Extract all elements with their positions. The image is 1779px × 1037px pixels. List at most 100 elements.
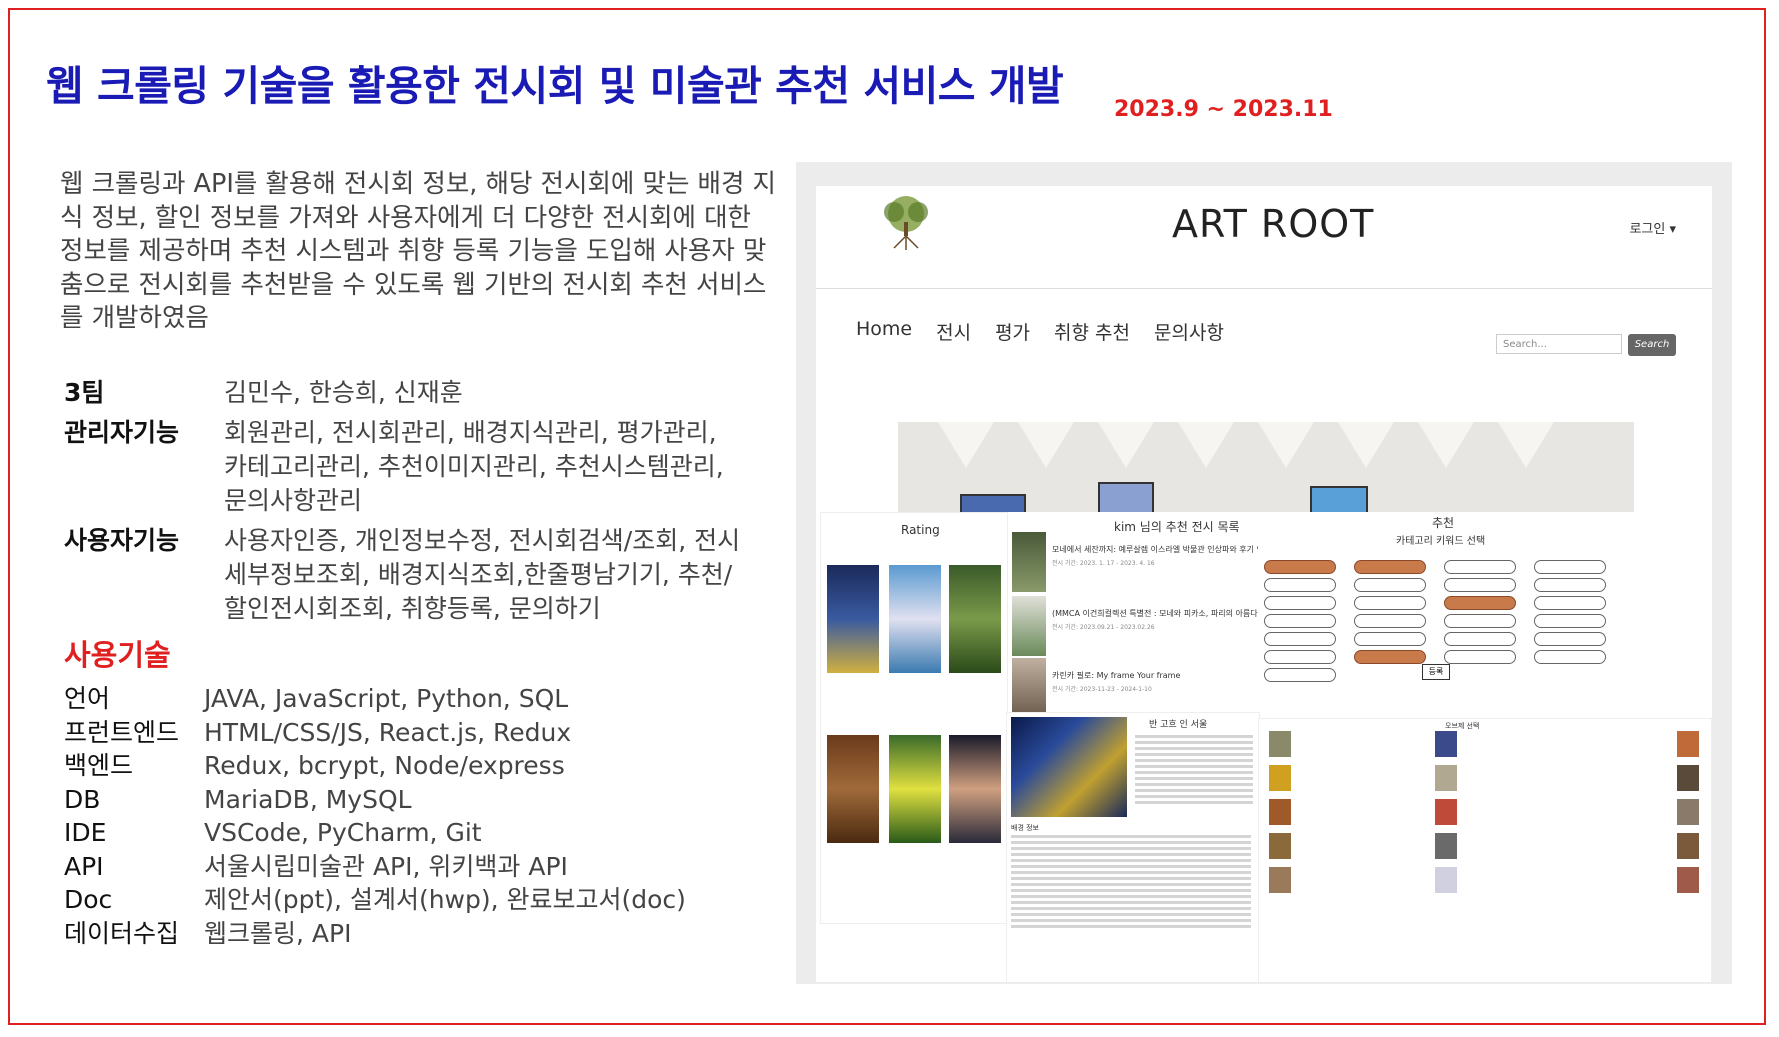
keyword-chip[interactable] — [1534, 578, 1606, 592]
keyword-chip[interactable] — [1534, 650, 1606, 664]
tech-value: 웹크롤링, API — [204, 918, 352, 948]
tech-key: 백엔드 — [64, 751, 134, 780]
nav-home[interactable]: Home — [856, 318, 912, 345]
project-description: 웹 크롤링과 API를 활용해 전시회 정보, 해당 전시회에 맞는 배경 지식… — [60, 169, 777, 333]
nav-rating[interactable]: 평가 — [995, 318, 1030, 345]
tech-value: HTML/CSS/JS, React.js, Redux — [204, 717, 572, 747]
keyword-chip[interactable] — [1444, 632, 1516, 646]
spotlight — [1178, 422, 1234, 468]
role-key: 3팀 — [64, 378, 105, 407]
spotlight — [1338, 422, 1394, 468]
pick-thumb[interactable] — [1269, 799, 1291, 825]
pick-thumb[interactable] — [1677, 833, 1699, 859]
reco-item[interactable]: 모네에서 세잔까지: 예루살렘 이스라엘 박물관 인상파와 후기 인상파 걸작展… — [1012, 532, 1304, 594]
tech-row: 언어 JAVA, JavaScript, Python, SQL — [64, 682, 686, 716]
reco-thumb — [1012, 596, 1046, 656]
keyword-chip[interactable] — [1444, 578, 1516, 592]
login-dropdown[interactable]: 로그인 ▾ — [1629, 218, 1676, 237]
role-key: 관리자기능 — [64, 418, 180, 447]
keyword-chip[interactable] — [1264, 578, 1336, 592]
keyword-chip[interactable] — [1264, 560, 1336, 574]
site-brand: ART ROOT — [1172, 202, 1375, 246]
keyword-chip[interactable] — [1444, 650, 1516, 664]
tech-value: 서울시립미술관 API, 위키백과 API — [204, 851, 568, 881]
role-admin: 관리자기능 회원관리, 전시회관리, 배경지식관리, 평가관리, 카테고리관리,… — [64, 416, 764, 518]
pick-thumb[interactable] — [1435, 867, 1457, 893]
tech-list: 언어 JAVA, JavaScript, Python, SQL 프런트엔드 HTM… — [64, 682, 686, 950]
pick-thumb[interactable] — [1435, 799, 1457, 825]
tech-value: JAVA, JavaScript, Python, SQL — [204, 684, 569, 713]
pick-thumb[interactable] — [1435, 765, 1457, 791]
detail-panel: 반 고흐 인 서울 배경 정보 — [1006, 712, 1260, 982]
search-input[interactable]: Search... — [1496, 334, 1622, 354]
tech-row: 프런트엔드 HTML/CSS/JS, React.js, Redux — [64, 716, 686, 750]
search-button[interactable]: Search — [1628, 334, 1676, 356]
tech-key: 언어 — [64, 684, 111, 713]
keyword-chip[interactable] — [1354, 596, 1426, 610]
reco-item[interactable]: 카린카 필로: My frame Your frame 전시 기간: 2023-… — [1012, 658, 1262, 720]
pick-thumb[interactable] — [1269, 867, 1291, 893]
tech-key: API — [64, 851, 104, 881]
category-panel: 추천 카테고리 키워드 선택 — [1258, 512, 1710, 718]
nav-taste[interactable]: 취향 추천 — [1054, 318, 1130, 345]
pick-thumb[interactable] — [1435, 833, 1457, 859]
spotlight — [1498, 422, 1554, 468]
nav-exhibition[interactable]: 전시 — [936, 318, 971, 345]
reco-item-period: 전시 기간: 2023-11-23 - 2024-1-10 — [1052, 686, 1152, 693]
pick-thumb[interactable] — [1677, 867, 1699, 893]
tech-row: 데이터수집 웹크롤링, API — [64, 917, 686, 951]
tech-row: API 서울시립미술관 API, 위키백과 API — [64, 850, 686, 884]
cat-subtitle: 카테고리 키워드 선택 — [1396, 536, 1486, 547]
gallery-banner — [898, 422, 1634, 518]
role-value: 회원관리, 전시회관리, 배경지식관리, 평가관리, 카테고리관리, 추천이미지… — [224, 418, 724, 515]
slide-title: 웹 크롤링 기술을 활용한 전시회 및 미술관 추천 서비스 개발 — [46, 62, 1064, 110]
keyword-chip[interactable] — [1534, 632, 1606, 646]
tech-row: IDE VSCode, PyCharm, Git — [64, 816, 686, 850]
keyword-chip[interactable] — [1264, 668, 1336, 682]
keyword-chip[interactable] — [1354, 560, 1426, 574]
keyword-chip[interactable] — [1354, 614, 1426, 628]
spotlight — [1098, 422, 1154, 468]
poster-vangogh[interactable] — [827, 565, 879, 673]
tech-value: VSCode, PyCharm, Git — [204, 818, 482, 847]
keyword-chip[interactable] — [1354, 650, 1426, 664]
poster[interactable] — [889, 735, 941, 843]
rating-panel: Rating — [820, 512, 1008, 924]
poster[interactable] — [949, 735, 1001, 843]
tech-row: DB MariaDB, MySQL — [64, 783, 686, 817]
pick-thumb[interactable] — [1435, 731, 1457, 757]
keyword-chip[interactable] — [1264, 614, 1336, 628]
reco-item[interactable]: (MMCA 이건희컬렉션 특별전 : 모네와 피카소, 파리의 아름다운 순간들… — [1012, 596, 1293, 658]
nav-inquiry[interactable]: 문의사항 — [1154, 318, 1224, 345]
tech-value: MariaDB, MySQL — [204, 784, 412, 814]
keyword-chip[interactable] — [1354, 632, 1426, 646]
pick-thumb[interactable] — [1677, 731, 1699, 757]
detail-label: 배경 정보 — [1011, 824, 1039, 832]
tech-key: 데이터수집 — [64, 918, 180, 948]
keyword-chip[interactable] — [1444, 596, 1516, 610]
roles-list: 3팀 김민수, 한승희, 신재훈 관리자기능 회원관리, 전시회관리, 배경지식… — [64, 376, 764, 632]
reco-item-period: 전시 기간: 2023. 1. 17 - 2023. 4. 16 — [1052, 560, 1155, 567]
poster[interactable] — [949, 565, 1001, 673]
keyword-chip[interactable] — [1534, 596, 1606, 610]
picks-title: 오브제 선택 — [1445, 722, 1480, 730]
pick-thumb[interactable] — [1677, 765, 1699, 791]
poster[interactable] — [889, 565, 941, 673]
pick-thumb[interactable] — [1677, 799, 1699, 825]
pick-thumb[interactable] — [1269, 765, 1291, 791]
keyword-chip[interactable] — [1534, 614, 1606, 628]
keyword-chip[interactable] — [1264, 596, 1336, 610]
keyword-chip[interactable] — [1264, 650, 1336, 664]
keyword-chip[interactable] — [1534, 560, 1606, 574]
pick-thumb[interactable] — [1269, 731, 1291, 757]
reco-panel: kim 님의 추천 전시 목록 모네에서 세잔까지: 예루살렘 이스라엘 박물관… — [1008, 512, 1304, 722]
keyword-chip[interactable] — [1354, 578, 1426, 592]
register-button[interactable]: 등록 — [1422, 664, 1450, 680]
keyword-chip[interactable] — [1444, 560, 1516, 574]
keyword-chip[interactable] — [1264, 632, 1336, 646]
reco-item-period: 전시 기간: 2023.09.21 - 2023.02.26 — [1052, 624, 1155, 631]
poster[interactable] — [827, 735, 879, 843]
pick-thumb[interactable] — [1269, 833, 1291, 859]
tech-row: Doc 제안서(ppt), 설계서(hwp), 완료보고서(doc) — [64, 883, 686, 917]
keyword-chip[interactable] — [1444, 614, 1516, 628]
